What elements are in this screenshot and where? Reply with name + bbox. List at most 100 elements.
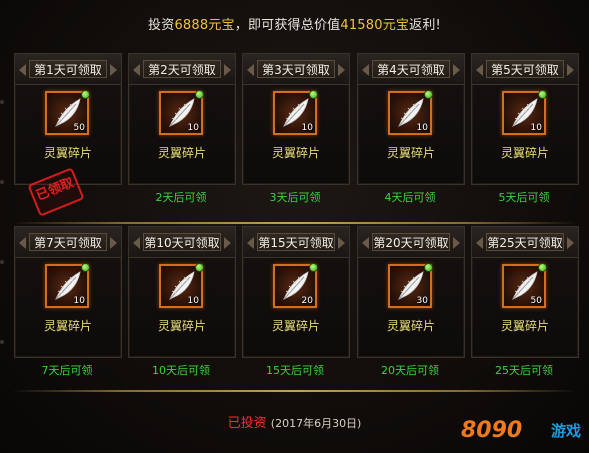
card-header: 第4天可领取: [358, 54, 464, 85]
banner-middle: ，即可获得总价值: [234, 18, 341, 33]
logo-text: 游戏: [550, 422, 581, 440]
ornament-left-icon: [133, 64, 140, 76]
card-title: 第5天可领取: [486, 60, 564, 78]
reward-card[interactable]: 第7天可领取 10 灵翼碎片: [14, 226, 122, 358]
item-slot[interactable]: 10: [45, 263, 90, 308]
item-slot[interactable]: 30: [388, 263, 433, 308]
quality-dot-icon: [424, 263, 433, 272]
item-quantity: 50: [530, 296, 542, 306]
quality-dot-icon: [195, 90, 204, 99]
quality-dot-icon: [81, 90, 90, 99]
item-slot[interactable]: 10: [159, 263, 204, 308]
edge-ornament: [0, 340, 4, 344]
logo-number: 8090: [461, 418, 523, 443]
card-title: 第20天可领取: [372, 233, 450, 251]
banner-amount-invest: 6888元宝: [174, 18, 235, 33]
banner-amount-total: 41580元宝: [340, 18, 410, 33]
item-name: 灵翼碎片: [386, 319, 435, 333]
card-header: 第2天可领取: [129, 54, 235, 85]
quality-dot-icon: [538, 90, 547, 99]
reward-card[interactable]: 第3天可领取 10 灵翼碎片: [242, 53, 350, 185]
item-quantity: 10: [187, 296, 199, 306]
item-slot[interactable]: 10: [388, 90, 433, 135]
invest-date: (2017年6月30日): [270, 417, 362, 430]
card-title: 第1天可领取: [29, 60, 107, 78]
item-slot[interactable]: 50: [502, 263, 547, 308]
reward-card[interactable]: 第1天可领取 50 灵翼碎片: [14, 53, 122, 185]
card-header: 第1天可领取: [15, 54, 121, 85]
card-title: 第2天可领取: [143, 60, 221, 78]
item-name: 灵翼碎片: [157, 146, 206, 160]
reward-card[interactable]: 第2天可领取 10 灵翼碎片: [128, 53, 236, 185]
row-divider: [12, 390, 577, 392]
quality-dot-icon: [195, 263, 204, 272]
item-quantity: 10: [416, 123, 428, 133]
card-header: 第15天可领取: [243, 227, 349, 258]
item-slot[interactable]: 10: [502, 90, 547, 135]
edge-ornament: [0, 100, 4, 104]
card-title: 第25天可领取: [486, 233, 564, 251]
row-divider: [12, 222, 577, 224]
item-name: 灵翼碎片: [500, 319, 549, 333]
unlock-countdown: 3天后可领: [269, 191, 321, 204]
edge-ornament: [0, 180, 4, 184]
quality-dot-icon: [538, 263, 547, 272]
ornament-left-icon: [19, 237, 26, 249]
item-quantity: 20: [301, 296, 313, 306]
ornament-right-icon: [224, 64, 231, 76]
reward-card[interactable]: 第20天可领取 30 灵翼碎片: [357, 226, 465, 358]
quality-dot-icon: [309, 90, 318, 99]
card-header: 第5天可领取: [472, 54, 578, 85]
banner-prefix: 投资: [148, 18, 175, 33]
quality-dot-icon: [424, 90, 433, 99]
unlock-countdown: 4天后可领: [384, 191, 436, 204]
unlock-countdown: 10天后可领: [152, 364, 210, 377]
ornament-right-icon: [338, 237, 345, 249]
reward-card[interactable]: 第10天可领取 10 灵翼碎片: [128, 226, 236, 358]
card-header: 第7天可领取: [15, 227, 121, 258]
banner: 投资6888元宝，即可获得总价值41580元宝返利!: [0, 14, 589, 33]
ornament-left-icon: [362, 64, 369, 76]
card-header: 第25天可领取: [472, 227, 578, 258]
item-name: 灵翼碎片: [43, 319, 92, 333]
ornament-left-icon: [247, 237, 254, 249]
quality-dot-icon: [309, 263, 318, 272]
reward-card[interactable]: 第15天可领取 20 灵翼碎片: [242, 226, 350, 358]
item-name: 灵翼碎片: [271, 146, 320, 160]
card-title: 第7天可领取: [29, 233, 107, 251]
item-quantity: 50: [73, 123, 85, 133]
banner-suffix: 返利!: [409, 18, 441, 33]
ornament-left-icon: [476, 64, 483, 76]
item-slot[interactable]: 10: [159, 90, 204, 135]
ornament-right-icon: [338, 64, 345, 76]
unlock-countdown: 15天后可领: [266, 364, 324, 377]
edge-ornament: [0, 260, 4, 264]
ornament-right-icon: [110, 237, 117, 249]
item-slot[interactable]: 50: [45, 90, 90, 135]
ornament-left-icon: [476, 237, 483, 249]
ornament-right-icon: [224, 237, 231, 249]
unlock-countdown: 25天后可领: [495, 364, 553, 377]
card-header: 第10天可领取: [129, 227, 235, 258]
item-slot[interactable]: 10: [273, 90, 318, 135]
item-quantity: 10: [530, 123, 542, 133]
ornament-right-icon: [567, 64, 574, 76]
reward-card[interactable]: 第25天可领取 50 灵翼碎片: [471, 226, 579, 358]
item-quantity: 10: [187, 123, 199, 133]
unlock-countdown: 20天后可领: [381, 364, 439, 377]
ornament-left-icon: [133, 237, 140, 249]
ornament-right-icon: [567, 237, 574, 249]
card-header: 第3天可领取: [243, 54, 349, 85]
ornament-right-icon: [110, 64, 117, 76]
reward-card[interactable]: 第4天可领取 10 灵翼碎片: [357, 53, 465, 185]
item-quantity: 30: [416, 296, 428, 306]
item-quantity: 10: [73, 296, 85, 306]
quality-dot-icon: [81, 263, 90, 272]
item-slot[interactable]: 20: [273, 263, 318, 308]
card-title: 第4天可领取: [372, 60, 450, 78]
card-header: 第20天可领取: [358, 227, 464, 258]
card-title: 第15天可领取: [257, 233, 335, 251]
item-name: 灵翼碎片: [43, 146, 92, 160]
site-logo: 8090 游戏: [461, 413, 581, 447]
reward-card[interactable]: 第5天可领取 10 灵翼碎片: [471, 53, 579, 185]
